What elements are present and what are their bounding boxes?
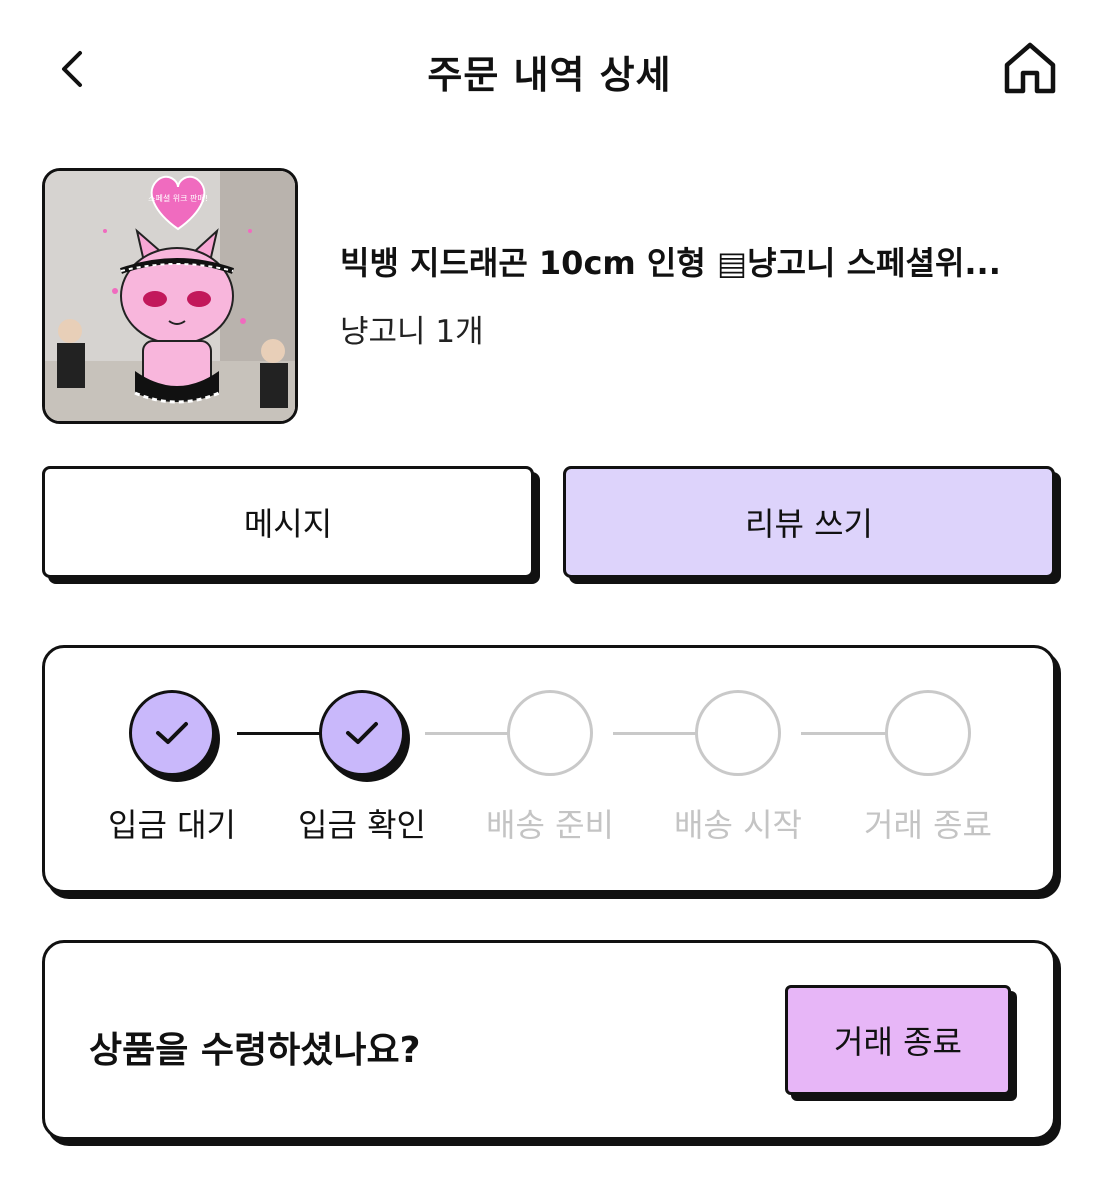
step-circle-3 [507,690,593,776]
product-summary[interactable]: 스페셜 위크 판매! 빅뱅 지드래곤 10cm 인형 ▤냥고니 스페셜위... … [42,168,1062,424]
image-badge-text: 스페셜 위크 판매! [148,193,208,203]
page-title: 주문 내역 상세 [427,53,672,97]
receive-confirm-card: 상품을 수령하셨나요? 거래 종료 [42,940,1056,1140]
check-icon [346,722,378,744]
message-button[interactable]: 메시지 [42,466,534,578]
finish-trade-button[interactable]: 거래 종료 [785,985,1011,1095]
step-label-4: 배송 시작 [674,806,802,844]
product-option: 냥고니 1개 [340,314,484,350]
receive-question: 상품을 수령하셨나요? [89,1030,421,1071]
write-review-button[interactable]: 리뷰 쓰기 [563,466,1055,578]
check-icon [156,722,188,744]
header: 주문 내역 상세 [0,0,1099,140]
step-label-5: 거래 종료 [864,806,992,844]
step-circle-5 [885,690,971,776]
order-progress-card: 입금 대기 입금 확인 배송 준비 배송 시작 거래 종료 [42,645,1056,893]
order-detail-page: 주문 내역 상세 스페셜 위크 판매! 빅뱅 지드래곤 10cm 인형 ▤냥고니… [0,0,1099,1200]
step-circle-4 [695,690,781,776]
step-label-3: 배송 준비 [486,806,614,844]
step-circle-2 [319,690,405,776]
product-name[interactable]: 빅뱅 지드래곤 10cm 인형 ▤냥고니 스페셜위... [340,238,1040,284]
product-thumbnail[interactable]: 스페셜 위크 판매! [42,168,298,424]
product-image: 스페셜 위크 판매! [45,171,295,421]
step-circle-1 [129,690,215,776]
progress-steps: 입금 대기 입금 확인 배송 준비 배송 시작 거래 종료 [45,648,1053,890]
step-label-1: 입금 대기 [108,806,236,844]
home-button[interactable] [998,36,1062,100]
home-icon [1004,42,1056,94]
step-label-2: 입금 확인 [298,806,426,844]
